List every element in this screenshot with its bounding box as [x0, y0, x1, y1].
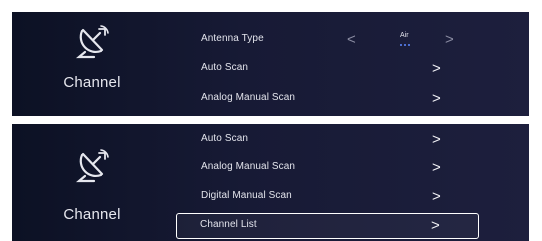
- channel-menu-panel-bottom: Channel Auto Scan > Analog Manual Scan >…: [12, 124, 529, 241]
- section-title: Channel: [63, 206, 121, 223]
- auto-scan-label: Auto Scan: [201, 62, 249, 73]
- option-dot: [400, 44, 402, 46]
- satellite-dish-icon: [75, 149, 109, 183]
- antenna-type-value: Air: [400, 32, 409, 39]
- chevron-right-icon: >: [432, 188, 441, 205]
- previous-option-arrow[interactable]: <: [347, 30, 356, 50]
- channel-section-header: Channel: [12, 124, 172, 241]
- digital-manual-scan-row[interactable]: Digital Manual Scan >: [177, 185, 477, 210]
- satellite-dish-icon: [75, 25, 109, 59]
- auto-scan-label: Auto Scan: [201, 133, 249, 144]
- chevron-right-icon: >: [432, 90, 441, 107]
- chevron-right-icon: >: [431, 217, 440, 234]
- next-option-arrow[interactable]: >: [445, 30, 454, 50]
- analog-manual-scan-label: Analog Manual Scan: [201, 92, 296, 103]
- auto-scan-row[interactable]: Auto Scan >: [177, 57, 477, 82]
- analog-manual-scan-label: Analog Manual Scan: [201, 161, 296, 172]
- digital-manual-scan-label: Digital Manual Scan: [201, 190, 292, 201]
- section-title: Channel: [63, 74, 121, 91]
- option-indicator-dots: [400, 44, 410, 46]
- channel-list-label: Channel List: [200, 219, 257, 230]
- option-dot: [408, 44, 410, 46]
- antenna-type-label: Antenna Type: [201, 33, 264, 44]
- auto-scan-row[interactable]: Auto Scan >: [177, 128, 477, 153]
- chevron-right-icon: >: [432, 159, 441, 176]
- option-dot: [404, 44, 406, 46]
- antenna-type-row[interactable]: Antenna Type < Air >: [177, 28, 477, 53]
- channel-list-row[interactable]: Channel List >: [176, 213, 479, 239]
- chevron-right-icon: >: [432, 60, 441, 77]
- analog-manual-scan-row[interactable]: Analog Manual Scan >: [177, 87, 477, 112]
- channel-menu-panel-top: Channel Antenna Type < Air > Auto Scan >…: [12, 12, 529, 116]
- chevron-right-icon: >: [432, 131, 441, 148]
- channel-section-header: Channel: [12, 12, 172, 116]
- analog-manual-scan-row[interactable]: Analog Manual Scan >: [177, 156, 477, 181]
